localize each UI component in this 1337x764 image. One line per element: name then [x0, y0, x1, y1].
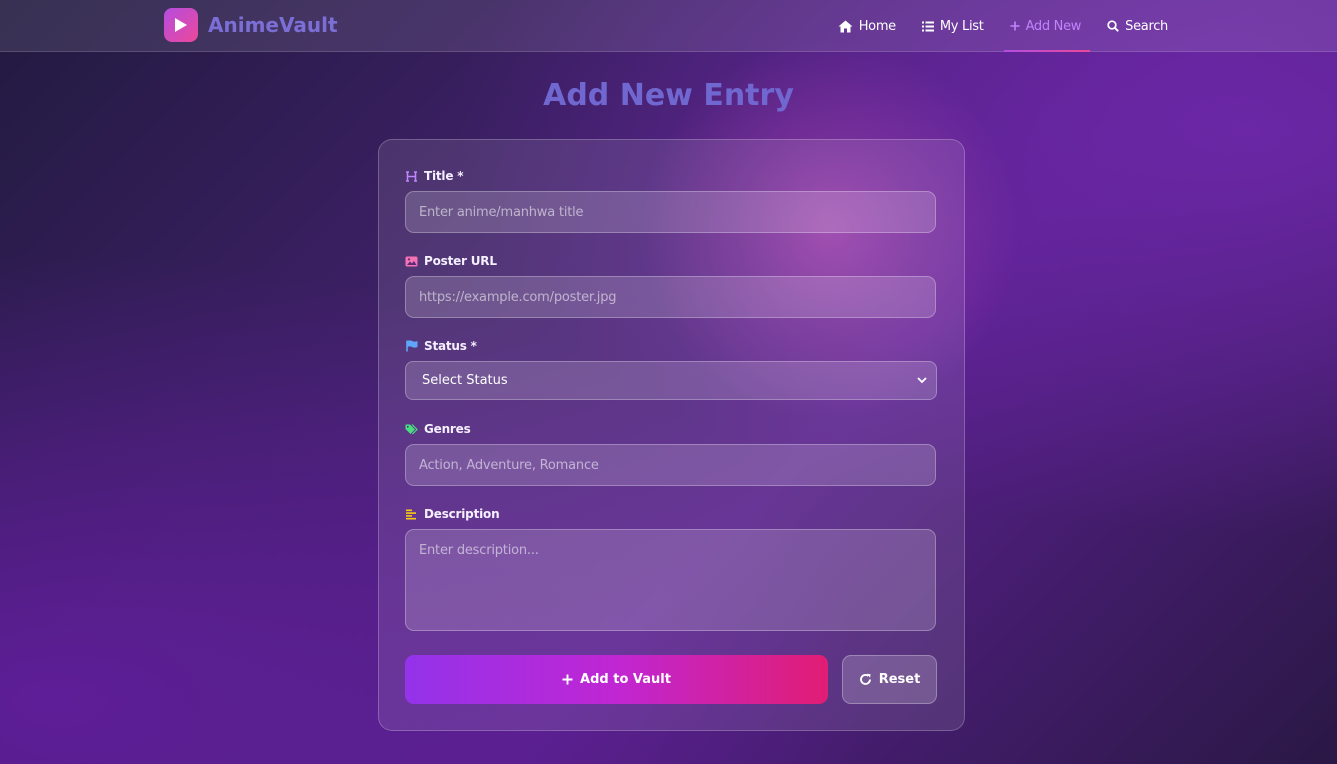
heading-icon — [405, 170, 418, 183]
genres-input[interactable]: Action, Adventure, Romance — [405, 444, 936, 486]
description-textarea[interactable]: Enter description... — [405, 529, 936, 631]
title-label: Title * — [405, 169, 464, 183]
search-icon — [1107, 20, 1119, 32]
nav-item-label: Home — [858, 18, 897, 34]
refresh-icon — [859, 673, 871, 685]
poster-url-placeholder: https://example.com/poster.jpg — [419, 289, 617, 305]
nav-item-add-new[interactable]: Add New — [1001, 12, 1091, 52]
play-icon — [164, 8, 198, 42]
tag-icon — [405, 423, 418, 436]
nav-item-search[interactable]: Search — [1098, 12, 1177, 40]
reset-button[interactable]: Reset — [842, 655, 937, 704]
genres-placeholder: Action, Adventure, Romance — [419, 457, 599, 473]
plus-icon — [562, 674, 573, 685]
navbar: AnimeVault Home My List Add New Search — [0, 0, 1337, 52]
poster-url-label: Poster URL — [405, 254, 497, 268]
add-to-vault-button[interactable]: Add to Vault — [405, 655, 828, 704]
reset-label: Reset — [878, 672, 921, 687]
plus-icon — [1010, 21, 1020, 31]
nav-item-label: My List — [939, 18, 984, 34]
nav-item-label: Search — [1125, 18, 1168, 34]
align-left-icon — [405, 508, 418, 521]
status-select[interactable]: Select Status — [405, 361, 937, 400]
status-label: Status * — [405, 339, 477, 353]
status-selected-value: Select Status — [422, 373, 508, 388]
home-icon — [838, 20, 853, 32]
brand-name: AnimeVault — [208, 13, 338, 37]
nav-item-label: Add New — [1025, 18, 1082, 34]
title-placeholder: Enter anime/manhwa title — [419, 204, 584, 220]
description-label: Description — [405, 507, 500, 521]
poster-url-input[interactable]: https://example.com/poster.jpg — [405, 276, 936, 318]
brand[interactable]: AnimeVault — [164, 8, 338, 42]
add-to-vault-label: Add to Vault — [580, 672, 671, 687]
add-entry-form: Title * Enter anime/manhwa title Poster … — [378, 139, 965, 731]
genres-label: Genres — [405, 422, 471, 436]
list-icon — [921, 21, 934, 31]
description-placeholder: Enter description... — [419, 543, 539, 558]
page-title: Add New Entry — [543, 78, 794, 113]
nav-item-home[interactable]: Home — [829, 12, 905, 40]
chevron-down-icon — [917, 377, 927, 384]
image-icon — [405, 255, 418, 268]
title-input[interactable]: Enter anime/manhwa title — [405, 191, 936, 233]
flag-icon — [405, 340, 418, 353]
main-nav: Home My List Add New Search — [821, 0, 1177, 52]
nav-item-my-list[interactable]: My List — [913, 12, 993, 40]
